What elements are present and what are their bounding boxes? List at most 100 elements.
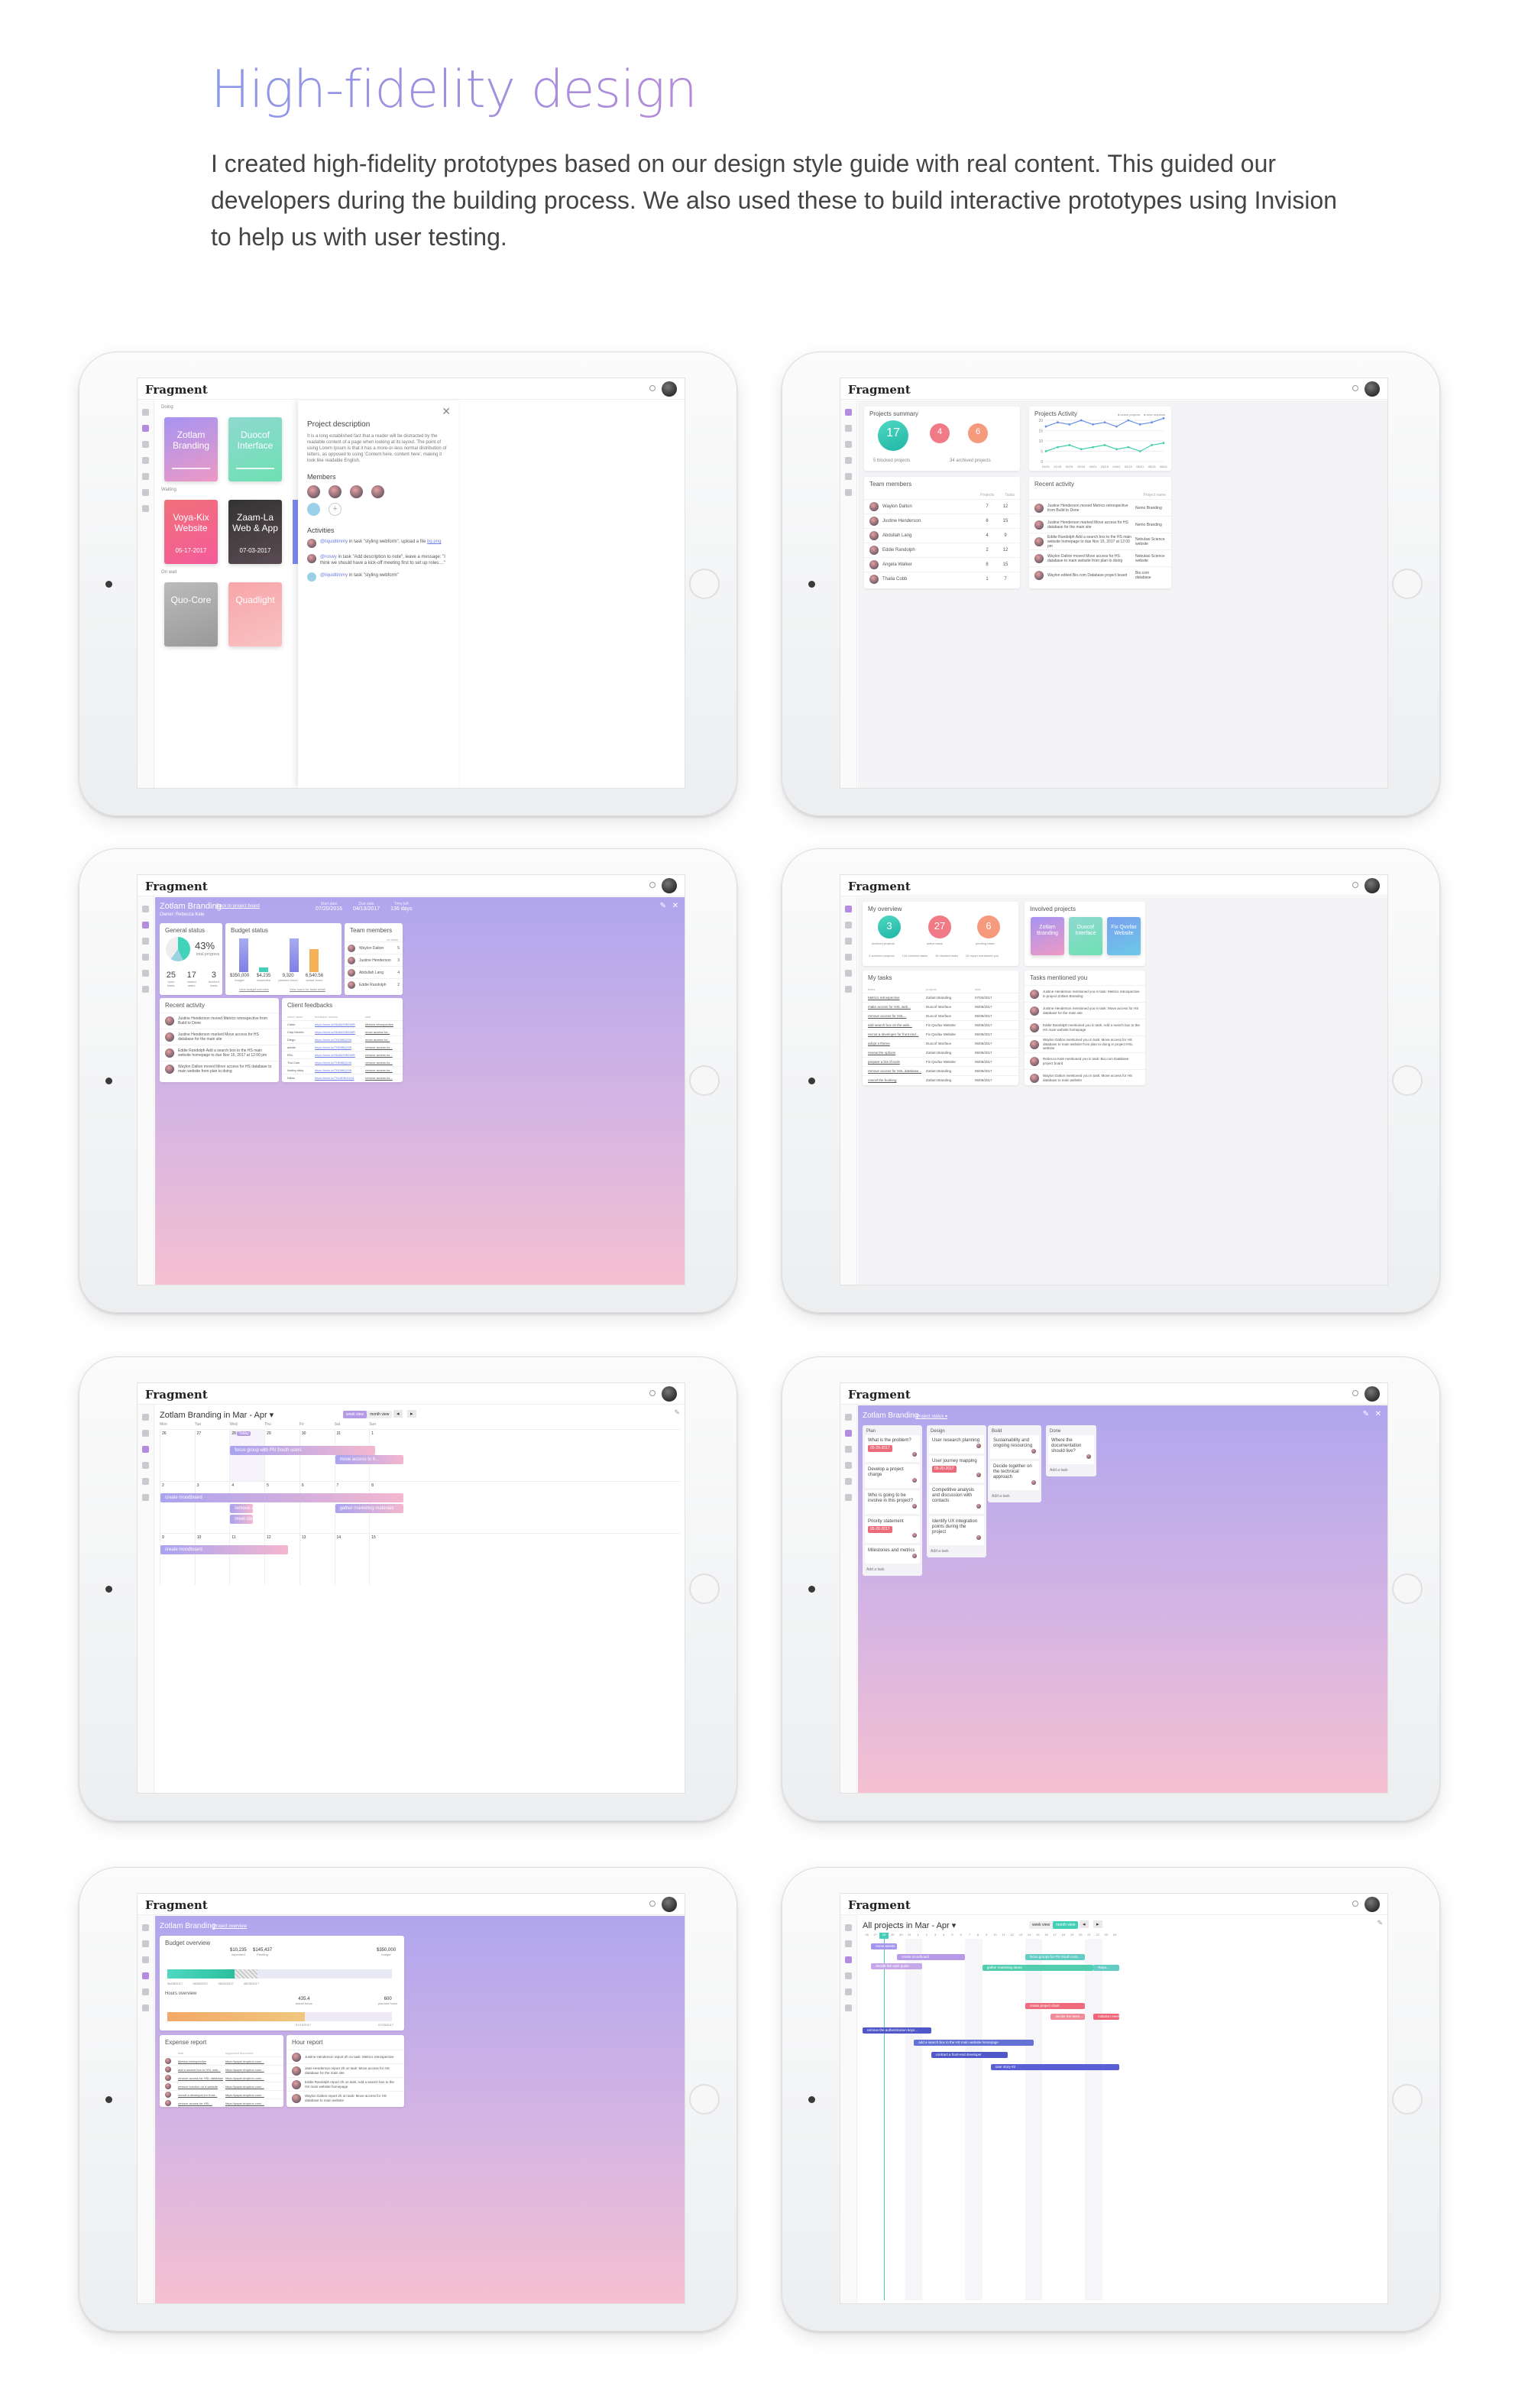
- home-button[interactable]: [689, 569, 720, 599]
- list-item[interactable]: Rebecca Kale mentioned you in task: Bio.…: [1025, 1052, 1145, 1069]
- list-item[interactable]: Waylon edited Bio.com Database project b…: [1029, 566, 1171, 583]
- calendar-event[interactable]: create moodboard: [160, 1493, 403, 1502]
- task-card[interactable]: Develop a project charge: [865, 1464, 920, 1488]
- settings-icon[interactable]: [845, 1494, 852, 1501]
- table-row[interactable]: Angela Walker 8 15: [864, 557, 1020, 572]
- task-card[interactable]: Sustainability and ongoing resourcing: [990, 1435, 1039, 1459]
- list-item[interactable]: Justine Henderson mentioned you in task:…: [1025, 985, 1145, 1002]
- table-row[interactable]: Nikes https://invis.io/THL8EBUUH4 remove a…: [282, 1074, 403, 1081]
- grid-icon[interactable]: [845, 425, 852, 432]
- budget-icon[interactable]: [142, 457, 149, 464]
- search-icon[interactable]: [649, 385, 656, 391]
- settings-icon[interactable]: [142, 505, 149, 512]
- data-point[interactable]: [1151, 444, 1153, 446]
- grid-icon[interactable]: [142, 1940, 149, 1947]
- activity-user[interactable]: @liquidtimmy: [320, 540, 348, 544]
- day-cell[interactable]: 27: [194, 1430, 230, 1481]
- add-task-button[interactable]: Add a task: [1048, 1467, 1094, 1474]
- day-cell[interactable]: 2: [160, 1482, 195, 1533]
- app-logo[interactable]: Fragment: [145, 383, 208, 397]
- home-button[interactable]: [1392, 1065, 1423, 1096]
- task-card[interactable]: Identify UX integration points during th…: [929, 1516, 984, 1545]
- task-card[interactable]: Where the documentation should live?: [1048, 1435, 1094, 1464]
- close-icon[interactable]: ✕: [442, 405, 451, 418]
- budget-icon[interactable]: [845, 1462, 852, 1469]
- data-point[interactable]: [1057, 446, 1059, 449]
- edit-icon[interactable]: ✎: [1363, 1410, 1369, 1418]
- table-row[interactable]: Thalia Cobb 1 7: [864, 572, 1020, 586]
- calendar-icon[interactable]: [845, 938, 852, 945]
- project-tile[interactable]: Quadlight: [228, 582, 282, 647]
- table-row[interactable]: Waylon Dalton 7 12: [864, 499, 1020, 514]
- edit-icon[interactable]: ✎: [1377, 1919, 1383, 1927]
- table-row[interactable]: Eddie Randolph 2: [345, 978, 403, 990]
- project-tile[interactable]: Duocof Interface: [1069, 917, 1102, 955]
- table-row[interactable]: Justine Henderson 3: [345, 954, 403, 966]
- prev-button[interactable]: ◂: [1080, 1920, 1089, 1928]
- overview-link[interactable]: Project overview: [213, 1924, 247, 1929]
- calendar-event[interactable]: meet client for ba...: [230, 1515, 254, 1524]
- task-card[interactable]: What is the problem? 05-20-2017: [865, 1435, 920, 1462]
- table-row[interactable]: Claire https://invis.io/9DA6HSBGMR Metrics…: [282, 1020, 403, 1028]
- budget-icon[interactable]: [845, 954, 852, 961]
- table-row[interactable]: add search box on the web... Fix Qvofax W…: [863, 1020, 1018, 1029]
- grid-icon[interactable]: [142, 425, 149, 432]
- table-row[interactable]: RSL https://invis.io/9DA6HSBGMR remove acc…: [282, 1051, 403, 1058]
- hours-icon[interactable]: [845, 1478, 852, 1485]
- data-point[interactable]: [1092, 446, 1094, 449]
- data-point[interactable]: [1068, 444, 1071, 446]
- table-row[interactable]: recruit a developer for front... https://…: [160, 2090, 283, 2098]
- home-icon[interactable]: [845, 409, 852, 416]
- data-point[interactable]: [1080, 448, 1083, 451]
- list-item[interactable]: Justine Henderson marked Move access for…: [160, 1029, 279, 1045]
- month-view-button[interactable]: month view: [1053, 1921, 1079, 1929]
- list-item[interactable]: Waylon Dalton moved Move access for HS d…: [160, 1061, 279, 1077]
- task-card[interactable]: User research planning: [929, 1435, 984, 1454]
- avatar[interactable]: [1365, 1897, 1380, 1912]
- data-point[interactable]: [1151, 421, 1153, 424]
- calendar-icon[interactable]: [845, 441, 852, 448]
- close-icon[interactable]: ✕: [1375, 1410, 1381, 1418]
- home-icon[interactable]: [142, 1414, 149, 1421]
- grid-icon[interactable]: [845, 1430, 852, 1437]
- data-point[interactable]: [1162, 442, 1165, 445]
- data-point[interactable]: [1068, 423, 1071, 426]
- table-row[interactable]: remove function on a website https://pape…: [160, 2082, 283, 2090]
- grid-icon[interactable]: [142, 922, 149, 929]
- table-row[interactable]: Chip Morelo https://invis.io/9DA6HSBGMR mo…: [282, 1028, 403, 1035]
- list-item[interactable]: Eddie Randolph Add a search box to the H…: [160, 1045, 279, 1061]
- settings-icon[interactable]: [142, 986, 149, 993]
- settings-icon[interactable]: [142, 2005, 149, 2011]
- data-point[interactable]: [1115, 425, 1118, 428]
- activity-link[interactable]: bg.png: [427, 540, 441, 544]
- app-logo[interactable]: Fragment: [145, 1388, 208, 1402]
- table-row[interactable]: make access for HSL web... Duocof Interfa…: [863, 1002, 1018, 1011]
- search-icon[interactable]: [1352, 1901, 1358, 1907]
- budget-icon[interactable]: [142, 1462, 149, 1469]
- activity-user[interactable]: @roswy: [320, 555, 337, 559]
- avatar[interactable]: [371, 485, 384, 498]
- table-row[interactable]: remove access for HSL... Duocof Interface…: [863, 1011, 1018, 1020]
- home-icon[interactable]: [142, 409, 149, 416]
- home-icon[interactable]: [845, 1414, 852, 1421]
- day-cell[interactable]: 26: [160, 1430, 195, 1481]
- gantt-title[interactable]: All projects in Mar - Apr ▾: [863, 1920, 956, 1930]
- add-task-button[interactable]: Add a task: [990, 1492, 1039, 1500]
- day-cell[interactable]: 10: [194, 1534, 230, 1585]
- project-tile[interactable]: Duocof Interface: [228, 417, 282, 481]
- avatar[interactable]: [662, 1386, 677, 1402]
- day-cell[interactable]: 3: [194, 1482, 230, 1533]
- gantt-task-bar[interactable]: decide the style guide: [871, 1963, 923, 1969]
- list-item[interactable]: Justine Henderson marked Move access for…: [1029, 516, 1171, 533]
- avatar[interactable]: [662, 1897, 677, 1912]
- hours-icon[interactable]: [142, 1988, 149, 1995]
- home-icon[interactable]: [845, 1924, 852, 1931]
- home-icon[interactable]: [142, 1924, 149, 1931]
- avatar[interactable]: [307, 503, 320, 516]
- data-point[interactable]: [1044, 450, 1047, 452]
- data-point[interactable]: [1057, 421, 1059, 424]
- search-icon[interactable]: [649, 882, 656, 888]
- search-icon[interactable]: [649, 1390, 656, 1396]
- settings-icon[interactable]: [845, 489, 852, 496]
- project-tile[interactable]: Zotlam Branding: [164, 417, 218, 481]
